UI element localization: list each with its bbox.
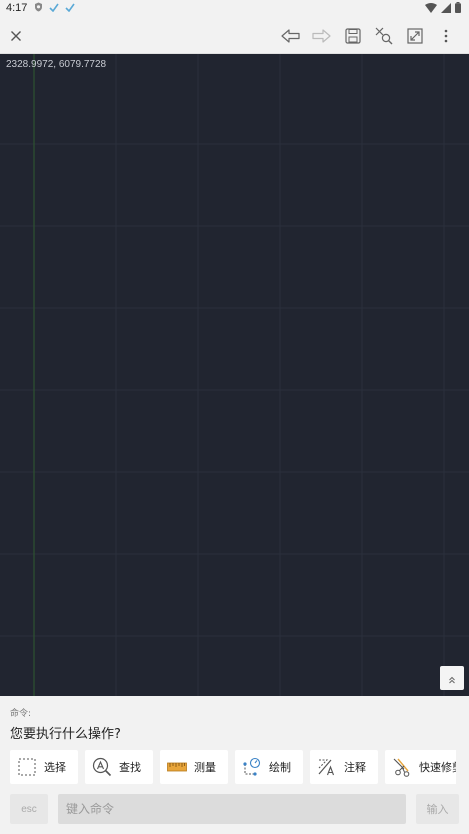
status-time: 4:17 xyxy=(6,2,28,14)
command-prompt: 您要执行什么操作? xyxy=(10,727,121,742)
annotate-icon xyxy=(316,756,338,778)
find-icon xyxy=(91,756,113,778)
draw-icon xyxy=(241,756,263,778)
check-icon xyxy=(65,2,75,15)
tool-annotate-button[interactable]: 注释 xyxy=(310,750,378,784)
quick-trim-icon xyxy=(391,756,413,778)
tool-label: 测量 xyxy=(194,761,216,774)
top-toolbar xyxy=(0,18,469,54)
redo-icon[interactable] xyxy=(309,24,333,48)
drawing-canvas[interactable]: 2328.9972, 6079.7728 xyxy=(0,54,469,696)
command-label: 命令: xyxy=(10,709,32,719)
command-panel: 命令: 您要执行什么操作? 选择 查找 测量 绘制 注释 快速修 esc 键入命… xyxy=(0,696,469,834)
tool-draw-button[interactable]: 绘制 xyxy=(235,750,303,784)
zoom-extent-icon[interactable] xyxy=(372,24,396,48)
tool-find-button[interactable]: 查找 xyxy=(85,750,153,784)
command-input-row: esc 输入 xyxy=(10,794,459,824)
shield-icon xyxy=(34,2,43,15)
esc-button[interactable]: esc xyxy=(10,794,48,824)
coordinate-readout: 2328.9972, 6079.7728 xyxy=(6,59,107,70)
signal-icon xyxy=(441,2,451,16)
tool-measure-button[interactable]: 测量 xyxy=(160,750,228,784)
close-icon[interactable] xyxy=(4,24,28,48)
chevron-up-icon xyxy=(448,669,456,688)
save-icon[interactable] xyxy=(341,24,365,48)
tool-quick-trim-button[interactable]: 快速修剪 xyxy=(385,750,456,784)
status-bar: 4:17 xyxy=(0,0,469,18)
enter-button[interactable]: 输入 xyxy=(416,794,459,824)
tool-label: 绘制 xyxy=(269,761,291,774)
tool-label: 快速修剪 xyxy=(419,761,456,774)
tool-label: 选择 xyxy=(44,761,66,774)
check-icon xyxy=(49,2,59,15)
select-icon xyxy=(16,756,38,778)
undo-icon[interactable] xyxy=(279,24,303,48)
wifi-icon xyxy=(425,2,437,16)
battery-icon xyxy=(455,2,461,16)
tool-label: 查找 xyxy=(119,761,141,774)
command-input[interactable] xyxy=(58,794,406,824)
canvas-grid xyxy=(0,54,469,696)
measure-icon xyxy=(166,756,188,778)
tool-label: 注释 xyxy=(344,761,366,774)
more-icon[interactable] xyxy=(434,24,458,48)
tool-bar: 选择 查找 测量 绘制 注释 快速修 xyxy=(10,750,456,784)
expand-panel-button[interactable] xyxy=(440,666,464,690)
fullscreen-icon[interactable] xyxy=(403,24,427,48)
tool-select-button[interactable]: 选择 xyxy=(10,750,78,784)
